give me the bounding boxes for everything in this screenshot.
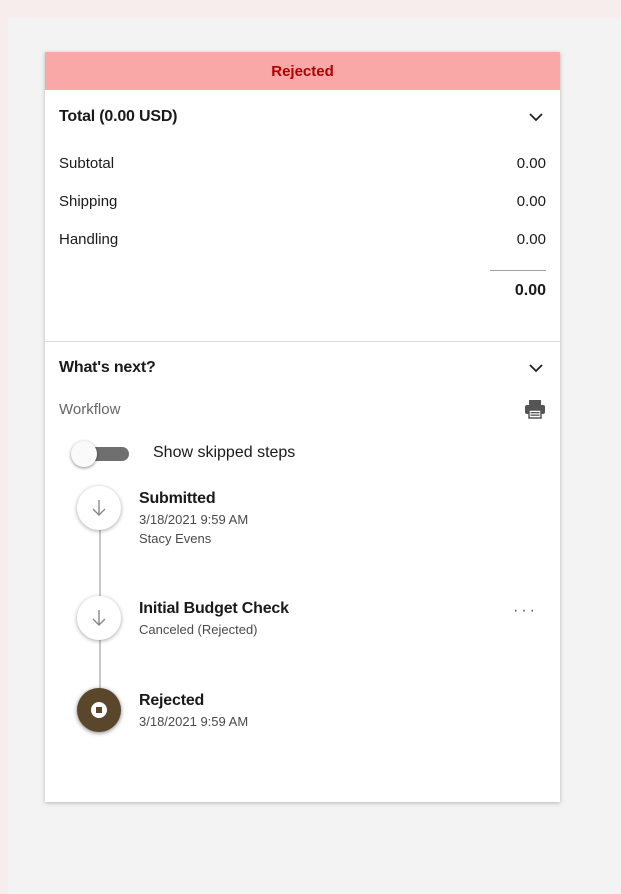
subtotal-value: 0.00 <box>516 154 546 172</box>
approval-card: Rejected Total (0.00 USD) Subtotal 0.00 … <box>45 52 560 802</box>
shipping-value: 0.00 <box>516 192 546 210</box>
handling-value: 0.00 <box>516 230 546 248</box>
more-options-icon[interactable]: ··· <box>513 602 538 620</box>
chevron-down-icon[interactable] <box>526 107 546 127</box>
step-rejected: Rejected 3/18/2021 9:59 AM <box>45 688 560 768</box>
step-date: 3/18/2021 9:59 AM <box>139 714 249 729</box>
stop-icon <box>77 688 121 732</box>
status-label: Rejected <box>271 62 334 80</box>
chevron-down-icon[interactable] <box>526 358 546 378</box>
step-initial-budget-check: Initial Budget Check Canceled (Rejected)… <box>45 596 560 688</box>
step-status: Canceled (Rejected) <box>139 622 258 637</box>
page-background: Rejected Total (0.00 USD) Subtotal 0.00 … <box>8 18 621 894</box>
workflow-row: Workflow <box>45 394 560 424</box>
handling-row: Handling 0.00 <box>45 220 560 258</box>
skipped-steps-toggle[interactable] <box>71 441 131 467</box>
shipping-row: Shipping 0.00 <box>45 182 560 220</box>
skipped-steps-toggle-row: Show skipped steps <box>45 430 560 476</box>
total-sum: 0.00 <box>514 282 546 299</box>
whats-next-header[interactable]: What's next? <box>45 342 560 394</box>
step-user: Stacy Evens <box>139 531 212 546</box>
toggle-label: Show skipped steps <box>153 444 296 461</box>
shipping-label: Shipping <box>59 192 118 210</box>
step-title: Submitted <box>139 490 216 507</box>
whats-next-title: What's next? <box>59 359 156 376</box>
status-banner: Rejected <box>45 52 560 90</box>
toggle-knob[interactable] <box>71 441 97 467</box>
arrow-down-icon <box>77 486 121 530</box>
subtotal-label: Subtotal <box>59 154 115 172</box>
step-submitted: Submitted 3/18/2021 9:59 AM Stacy Evens <box>45 486 560 596</box>
workflow-steps: Submitted 3/18/2021 9:59 AM Stacy Evens … <box>45 486 560 768</box>
step-title: Initial Budget Check <box>139 600 289 617</box>
printer-icon[interactable] <box>524 399 546 419</box>
workflow-label: Workflow <box>59 400 121 418</box>
arrow-down-icon <box>77 596 121 640</box>
step-date: 3/18/2021 9:59 AM <box>139 512 249 527</box>
subtotal-row: Subtotal 0.00 <box>45 144 560 182</box>
total-title: Total (0.00 USD) <box>59 108 178 125</box>
step-title: Rejected <box>139 692 205 709</box>
total-header[interactable]: Total (0.00 USD) <box>45 90 560 144</box>
handling-label: Handling <box>59 230 119 248</box>
